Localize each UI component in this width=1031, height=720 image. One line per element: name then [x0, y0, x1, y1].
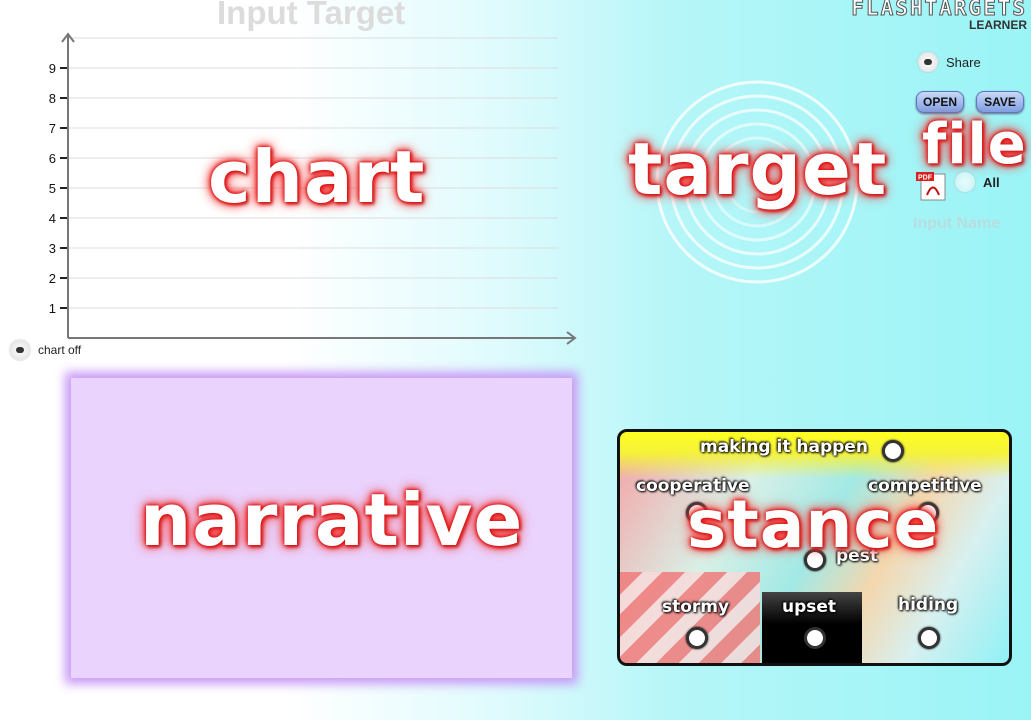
- y-tick-label: 9: [49, 61, 56, 76]
- stance-upset-label: upset: [782, 597, 837, 617]
- stance-hiding-radio[interactable]: [918, 627, 940, 649]
- toggle-knob-icon[interactable]: [918, 52, 938, 72]
- narrative-panel-label: narrative: [140, 478, 524, 562]
- y-tick-label: 5: [49, 181, 56, 196]
- stance-hiding-label: hiding: [898, 595, 959, 615]
- svg-text:PDF: PDF: [918, 175, 933, 182]
- stance-stripes: [620, 572, 760, 663]
- brand-logo: FLASHTARGETS LEARNER: [851, 0, 1027, 31]
- y-tick-label: 7: [49, 121, 56, 136]
- pdf-icon[interactable]: PDF: [915, 171, 947, 201]
- y-tick-label: 6: [49, 151, 56, 166]
- target-panel-label: target: [628, 127, 888, 211]
- file-panel-label: file: [922, 112, 1027, 177]
- y-tick-label: 4: [49, 211, 56, 226]
- save-button[interactable]: SAVE: [976, 91, 1024, 113]
- chart-off-label: chart off: [38, 343, 82, 357]
- stance-stormy-label: stormy: [662, 597, 730, 617]
- stance-upset-radio[interactable]: [804, 627, 826, 649]
- all-toggle[interactable]: All: [955, 172, 1000, 192]
- brand-name: FLASHTARGETS: [851, 0, 1027, 20]
- toggle-knob-icon[interactable]: [10, 340, 30, 360]
- chart-ticks: 1 2 3 4 5 6 7 8 9: [49, 61, 68, 316]
- open-button[interactable]: OPEN: [916, 91, 964, 113]
- y-tick-label: 2: [49, 271, 56, 286]
- all-label: All: [983, 174, 1000, 190]
- chart-off-toggle[interactable]: chart off: [10, 340, 81, 360]
- input-name-field[interactable]: Input Name: [913, 215, 1000, 233]
- share-label: Share: [946, 54, 981, 70]
- stance-stormy-radio[interactable]: [686, 627, 708, 649]
- y-tick-label: 8: [49, 91, 56, 106]
- stance-making-it-happen-label: making it happen: [700, 437, 868, 457]
- stance-making-it-happen-radio[interactable]: [882, 440, 904, 462]
- y-tick-label: 3: [49, 241, 56, 256]
- share-toggle[interactable]: Share: [918, 52, 981, 72]
- brand-subtitle: LEARNER: [968, 18, 1027, 32]
- chart-panel-label: chart: [208, 135, 426, 219]
- y-tick-label: 1: [49, 301, 56, 316]
- toggle-knob-icon[interactable]: [955, 172, 975, 192]
- stance-panel-label: stance: [687, 486, 940, 563]
